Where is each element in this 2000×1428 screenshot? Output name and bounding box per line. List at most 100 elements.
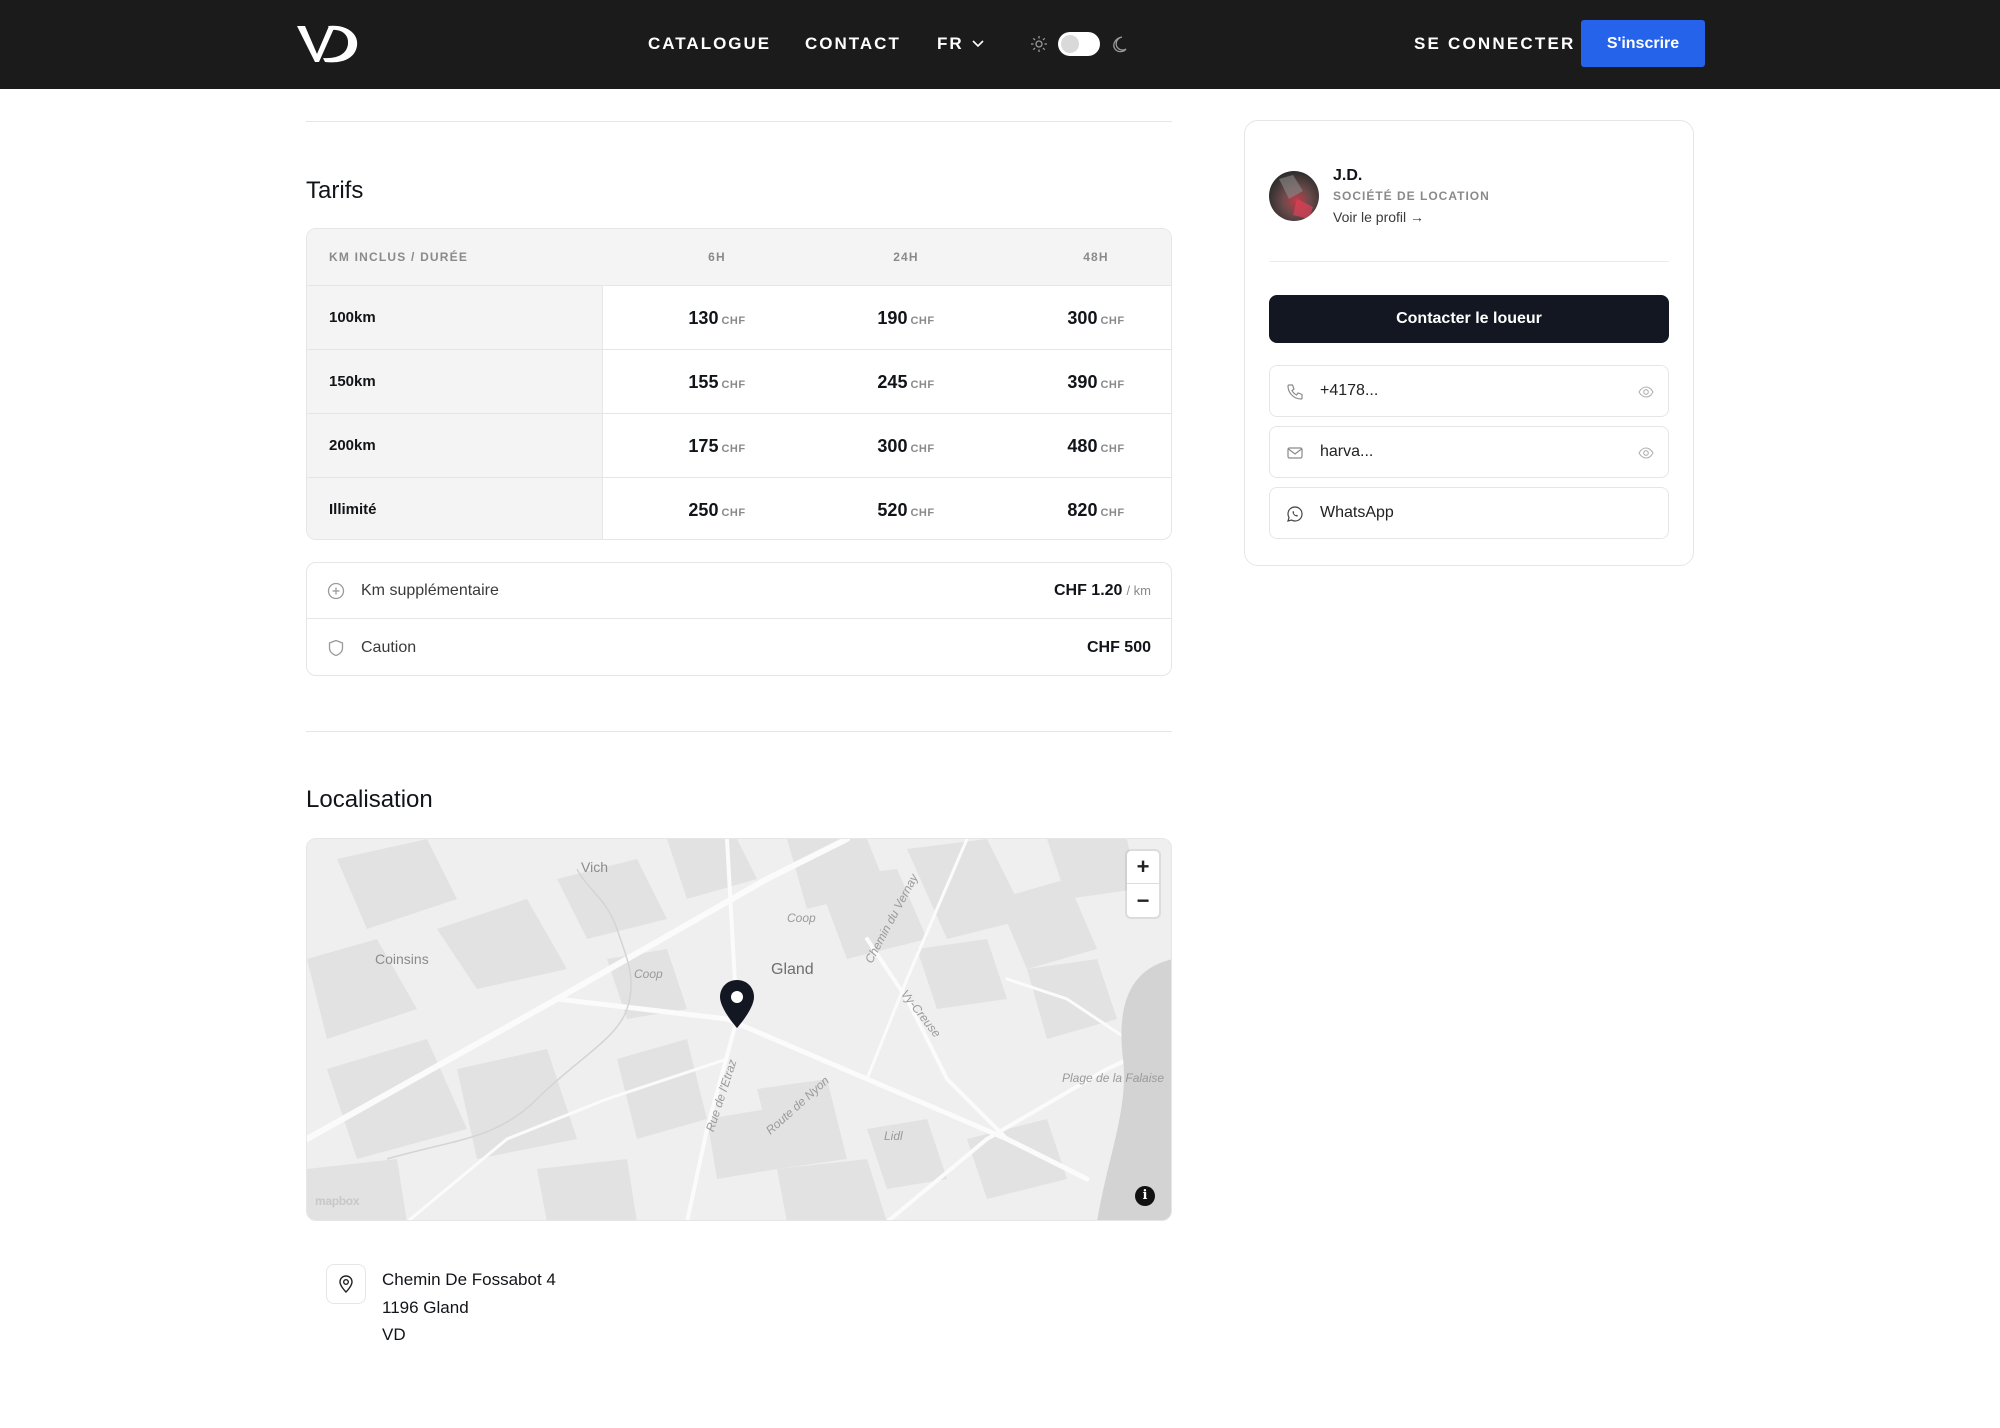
price-table-header: KM INCLUS / DURÉE 6H 24H 48H [307, 229, 1171, 286]
price-table: KM INCLUS / DURÉE 6H 24H 48H 100km 130 CH… [306, 228, 1172, 540]
nav-catalogue-link[interactable]: CATALOGUE [648, 34, 771, 54]
eye-icon[interactable] [1638, 384, 1654, 400]
deposit-label: Caution [361, 639, 417, 656]
address-street: Chemin De Fossabot 4 [382, 1270, 556, 1289]
view-profile-link[interactable]: Voir le profil → [1333, 209, 1424, 225]
theme-toggle[interactable] [1058, 32, 1100, 56]
address-canton: VD [382, 1325, 406, 1344]
price-cell: 155 CHF [657, 350, 777, 413]
currency-label: CHF [721, 443, 746, 455]
owner-name: J.D. [1333, 167, 1363, 184]
map-label-lidl: Lidl [884, 1129, 903, 1143]
table-row: 200km 175 CHF 300 CHF 480 CHF [307, 414, 1171, 478]
address-text: Chemin De Fossabot 4 1196 Gland VD [382, 1266, 642, 1349]
table-row: Illimité 250 CHF 520 CHF 820 CHF [307, 478, 1171, 539]
map-marker-icon [339, 1275, 353, 1293]
table-row: 150km 155 CHF 245 CHF 390 CHF [307, 350, 1171, 414]
extra-km-value: CHF 1.20 [1053, 582, 1123, 599]
location-pin-icon[interactable] [719, 979, 755, 1029]
price-value: 520 [877, 500, 908, 520]
header-duration-6h: 6H [708, 250, 726, 264]
price-cell: 190 CHF [846, 286, 966, 349]
moon-icon [1113, 36, 1127, 53]
map-zoom-control: + − [1127, 851, 1159, 917]
address-city: 1196 Gland [382, 1297, 469, 1317]
chevron-down-icon [972, 40, 984, 48]
currency-label: CHF [910, 507, 935, 519]
currency-label: CHF [910, 315, 935, 327]
location-title: Localisation [306, 786, 433, 813]
price-cell: 820 CHF [1036, 478, 1156, 539]
currency-label: CHF [1100, 379, 1125, 391]
whatsapp-button[interactable]: WhatsApp [1269, 487, 1669, 539]
nav-contact-link[interactable]: CONTACT [805, 34, 901, 54]
vd-logo[interactable] [295, 22, 359, 64]
extra-km-price: CHF 1.20/ km [1054, 563, 1151, 619]
row-km-label: 150km [307, 350, 603, 413]
row-km-label: 100km [307, 286, 603, 349]
zoom-out-button[interactable]: − [1127, 884, 1159, 917]
map-label-vich: Vich [581, 859, 608, 875]
mapbox-logo[interactable]: mapbox [315, 1194, 360, 1208]
section-divider [306, 731, 1172, 732]
top-navbar: CATALOGUE CONTACT FR SE CONNECTER S'insc… [0, 0, 2000, 89]
price-cell: 130 CHF [657, 286, 777, 349]
currency-label: CHF [910, 379, 935, 391]
language-selector[interactable]: FR [937, 34, 984, 54]
whatsapp-icon [1287, 506, 1303, 522]
price-value: 300 [877, 436, 908, 456]
currency-label: CHF [1100, 443, 1125, 455]
phone-reveal-row[interactable]: +4178... [1269, 365, 1669, 417]
price-cell: 520 CHF [846, 478, 966, 539]
header-duration-48h: 48H [1083, 250, 1109, 264]
currency-label: CHF [1100, 315, 1125, 327]
plus-circle-icon [327, 582, 345, 600]
map-canvas[interactable] [307, 839, 1172, 1221]
signup-button[interactable]: S'inscrire [1581, 20, 1705, 67]
eye-icon[interactable] [1638, 445, 1654, 461]
location-map[interactable]: Vich Coinsins Gland Coop Coop Lidl Chemi… [306, 838, 1172, 1221]
price-value: 175 [688, 436, 719, 456]
currency-label: CHF [721, 507, 746, 519]
login-link[interactable]: SE CONNECTER [1414, 34, 1575, 54]
price-value: 390 [1067, 372, 1098, 392]
toggle-knob [1061, 35, 1079, 53]
price-value: 130 [688, 308, 719, 328]
row-km-label: 200km [307, 414, 603, 477]
owner-card: J.D. SOCIÉTÉ DE LOCATION Voir le profil … [1244, 120, 1694, 566]
price-value: 820 [1067, 500, 1098, 520]
card-divider [1269, 261, 1669, 262]
extra-km-unit: / km [1126, 583, 1151, 598]
map-label-coop: Coop [634, 967, 663, 981]
email-masked: harva... [1320, 443, 1374, 460]
language-label: FR [937, 34, 964, 53]
email-reveal-row[interactable]: harva... [1269, 426, 1669, 478]
price-cell: 245 CHF [846, 350, 966, 413]
header-km-duration: KM INCLUS / DURÉE [329, 250, 469, 264]
row-km-label: Illimité [307, 478, 603, 539]
price-value: 245 [877, 372, 908, 392]
extras-list: Km supplémentaire CHF 1.20/ km Caution C… [306, 562, 1172, 676]
table-row: 100km 130 CHF 190 CHF 300 CHF [307, 286, 1171, 350]
price-cell: 390 CHF [1036, 350, 1156, 413]
phone-icon [1287, 384, 1303, 400]
address-icon-box [326, 1264, 366, 1304]
whatsapp-label: WhatsApp [1320, 504, 1394, 521]
price-cell: 300 CHF [1036, 286, 1156, 349]
price-cell: 480 CHF [1036, 414, 1156, 477]
price-cell: 175 CHF [657, 414, 777, 477]
shield-icon [328, 639, 344, 657]
extra-km-row: Km supplémentaire CHF 1.20/ km [307, 563, 1171, 619]
contact-owner-button[interactable]: Contacter le loueur [1269, 295, 1669, 343]
currency-label: CHF [721, 379, 746, 391]
theme-switcher [1030, 30, 1128, 58]
price-value: 190 [877, 308, 908, 328]
zoom-in-button[interactable]: + [1127, 851, 1159, 884]
owner-avatar[interactable] [1269, 171, 1319, 221]
price-value: 155 [688, 372, 719, 392]
map-info-button[interactable]: i [1135, 1186, 1155, 1206]
owner-type: SOCIÉTÉ DE LOCATION [1333, 189, 1490, 203]
currency-label: CHF [721, 315, 746, 327]
mail-icon [1287, 447, 1303, 459]
section-divider [306, 121, 1172, 122]
